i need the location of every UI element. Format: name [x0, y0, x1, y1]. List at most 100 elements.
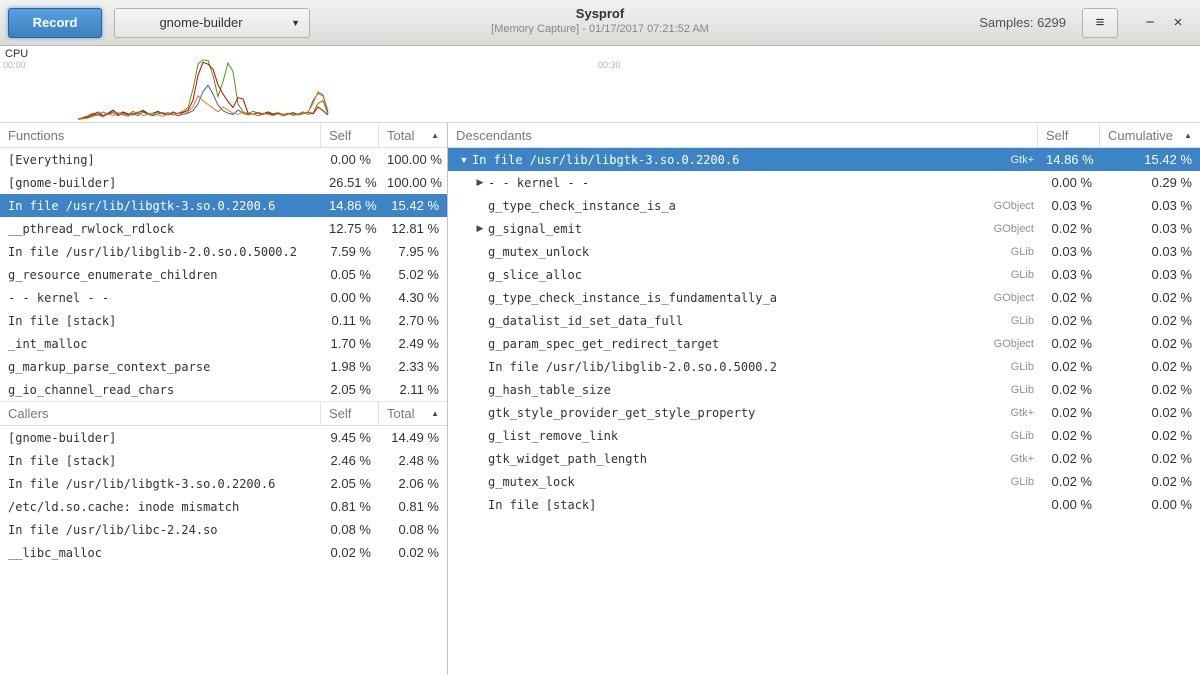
- total-percent: 0.29 %: [1100, 175, 1200, 190]
- function-name-cell: g_type_check_instance_is_fundamentally_a…: [448, 291, 1038, 305]
- total-percent: 0.03 %: [1100, 198, 1200, 213]
- table-row[interactable]: g_datalist_id_set_data_fullGLib0.02 %0.0…: [448, 309, 1200, 332]
- function-name-cell: In file /usr/lib/libglib-2.0.so.0.5000.2…: [448, 360, 1038, 374]
- function-name-cell: In file /usr/lib/libgtk-3.so.0.2200.6: [0, 199, 321, 213]
- table-row[interactable]: gtk_widget_path_lengthGtk+0.02 %0.02 %: [448, 447, 1200, 470]
- function-name-cell: In file /usr/lib/libc-2.24.so: [0, 523, 321, 537]
- table-row[interactable]: g_resource_enumerate_children0.05 %5.02 …: [0, 263, 447, 286]
- table-row[interactable]: ▼In file /usr/lib/libgtk-3.so.0.2200.6Gt…: [448, 148, 1200, 171]
- column-header-callers[interactable]: Callers: [0, 402, 321, 425]
- library-badge: GLib: [1005, 361, 1034, 373]
- column-header-descendants[interactable]: Descendants: [448, 123, 1038, 147]
- table-row[interactable]: In file [stack]2.46 %2.48 %: [0, 449, 447, 472]
- total-percent: 14.49 %: [379, 430, 447, 445]
- cpu-timeline[interactable]: CPU 00:00 00:30: [0, 46, 1200, 123]
- table-row[interactable]: /etc/ld.so.cache: inode mismatch0.81 %0.…: [0, 495, 447, 518]
- collapse-icon[interactable]: ▼: [456, 155, 472, 165]
- column-header-functions[interactable]: Functions: [0, 123, 321, 147]
- function-name: g_mutex_lock: [488, 475, 575, 489]
- total-percent: 0.00 %: [1100, 497, 1200, 512]
- column-header-total[interactable]: Total ▲: [379, 123, 447, 147]
- table-row[interactable]: [gnome-builder]9.45 %14.49 %: [0, 426, 447, 449]
- column-header-self[interactable]: Self: [321, 123, 379, 147]
- function-name-cell: In file [stack]: [0, 454, 321, 468]
- self-percent: 0.00 %: [1038, 497, 1100, 512]
- table-row[interactable]: g_param_spec_get_redirect_targetGObject0…: [448, 332, 1200, 355]
- table-row[interactable]: g_type_check_instance_is_fundamentally_a…: [448, 286, 1200, 309]
- total-percent: 2.06 %: [379, 476, 447, 491]
- function-name-cell: g_resource_enumerate_children: [0, 268, 321, 282]
- table-row[interactable]: ▶g_signal_emitGObject0.02 %0.03 %: [448, 217, 1200, 240]
- self-percent: 0.00 %: [321, 290, 379, 305]
- total-percent: 100.00 %: [379, 175, 447, 190]
- table-row[interactable]: ▶- - kernel - -0.00 %0.29 %: [448, 171, 1200, 194]
- close-icon: ×: [1174, 14, 1183, 31]
- expand-icon[interactable]: ▶: [472, 177, 488, 188]
- function-name-cell: gtk_widget_path_lengthGtk+: [448, 452, 1038, 466]
- process-selector-dropdown[interactable]: gnome-builder ▼: [114, 8, 310, 38]
- table-row[interactable]: In file /usr/lib/libglib-2.0.so.0.5000.2…: [448, 355, 1200, 378]
- self-percent: 0.02 %: [1038, 405, 1100, 420]
- table-row[interactable]: - - kernel - -0.00 %4.30 %: [0, 286, 447, 309]
- self-percent: 0.02 %: [321, 545, 379, 560]
- library-badge: GObject: [988, 292, 1034, 304]
- table-row[interactable]: g_slice_allocGLib0.03 %0.03 %: [448, 263, 1200, 286]
- table-row[interactable]: In file [stack] 0.00 %0.00 %: [448, 493, 1200, 516]
- total-percent: 0.02 %: [379, 545, 447, 560]
- self-percent: 0.02 %: [1038, 221, 1100, 236]
- table-row[interactable]: In file /usr/lib/libglib-2.0.so.0.5000.2…: [0, 240, 447, 263]
- main-content: Functions Self Total ▲ [Everything]0.00 …: [0, 123, 1200, 675]
- table-row[interactable]: In file /usr/lib/libgtk-3.so.0.2200.614.…: [0, 194, 447, 217]
- table-row[interactable]: In file [stack]0.11 %2.70 %: [0, 309, 447, 332]
- table-row[interactable]: __libc_malloc0.02 %0.02 %: [0, 541, 447, 564]
- table-row[interactable]: g_io_channel_read_chars2.05 %2.11 %: [0, 378, 447, 401]
- self-percent: 0.02 %: [1038, 313, 1100, 328]
- self-percent: 0.08 %: [321, 522, 379, 537]
- total-percent: 2.70 %: [379, 313, 447, 328]
- function-name: In file [stack]: [488, 498, 596, 512]
- table-row[interactable]: __pthread_rwlock_rdlock12.75 %12.81 %: [0, 217, 447, 240]
- table-row[interactable]: g_type_check_instance_is_aGObject0.03 %0…: [448, 194, 1200, 217]
- total-percent: 15.42 %: [1100, 152, 1200, 167]
- library-badge: GObject: [988, 338, 1034, 350]
- table-row[interactable]: In file /usr/lib/libc-2.24.so0.08 %0.08 …: [0, 518, 447, 541]
- hamburger-icon: ≡: [1096, 14, 1105, 31]
- function-name: g_slice_alloc: [488, 268, 582, 282]
- function-name-cell: /etc/ld.so.cache: inode mismatch: [0, 500, 321, 514]
- function-name-cell: g_io_channel_read_chars: [0, 383, 321, 397]
- total-percent: 0.02 %: [1100, 359, 1200, 374]
- library-badge: Gtk+: [1004, 407, 1034, 419]
- column-header-total[interactable]: Total ▲: [379, 402, 447, 425]
- function-name: g_type_check_instance_is_a: [488, 199, 676, 213]
- functions-table-header: Functions Self Total ▲: [0, 123, 447, 148]
- table-row[interactable]: g_mutex_lockGLib0.02 %0.02 %: [448, 470, 1200, 493]
- table-row[interactable]: _int_malloc1.70 %2.49 %: [0, 332, 447, 355]
- hamburger-menu-button[interactable]: ≡: [1082, 8, 1118, 38]
- table-row[interactable]: g_mutex_unlockGLib0.03 %0.03 %: [448, 240, 1200, 263]
- function-name-cell: - - kernel - -: [0, 291, 321, 305]
- column-header-cumulative[interactable]: Cumulative ▲: [1100, 123, 1200, 147]
- table-row[interactable]: g_hash_table_sizeGLib0.02 %0.02 %: [448, 378, 1200, 401]
- expand-icon[interactable]: ▶: [472, 223, 488, 234]
- total-percent: 0.02 %: [1100, 405, 1200, 420]
- function-name-cell: ▶- - kernel - -: [448, 176, 1038, 190]
- library-badge: GLib: [1005, 384, 1034, 396]
- table-row[interactable]: g_markup_parse_context_parse1.98 %2.33 %: [0, 355, 447, 378]
- table-row[interactable]: g_list_remove_linkGLib0.02 %0.02 %: [448, 424, 1200, 447]
- table-row[interactable]: [Everything]0.00 %100.00 %: [0, 148, 447, 171]
- table-row[interactable]: [gnome-builder]26.51 %100.00 %: [0, 171, 447, 194]
- record-button[interactable]: Record: [8, 8, 102, 38]
- column-header-total-label: Total: [387, 128, 414, 143]
- close-button[interactable]: ×: [1164, 9, 1192, 37]
- function-name: /etc/ld.so.cache: inode mismatch: [8, 500, 239, 514]
- function-name: g_mutex_unlock: [488, 245, 589, 259]
- function-name-cell: In file [stack]: [448, 498, 1038, 512]
- table-row[interactable]: gtk_style_provider_get_style_propertyGtk…: [448, 401, 1200, 424]
- table-row[interactable]: In file /usr/lib/libgtk-3.so.0.2200.62.0…: [0, 472, 447, 495]
- callers-table: [gnome-builder]9.45 %14.49 %In file [sta…: [0, 426, 447, 564]
- function-name: In file /usr/lib/libc-2.24.so: [8, 523, 218, 537]
- column-header-cumulative-label: Cumulative: [1108, 128, 1173, 143]
- column-header-self[interactable]: Self: [321, 402, 379, 425]
- column-header-self[interactable]: Self: [1038, 123, 1100, 147]
- minimize-button[interactable]: −: [1136, 9, 1164, 37]
